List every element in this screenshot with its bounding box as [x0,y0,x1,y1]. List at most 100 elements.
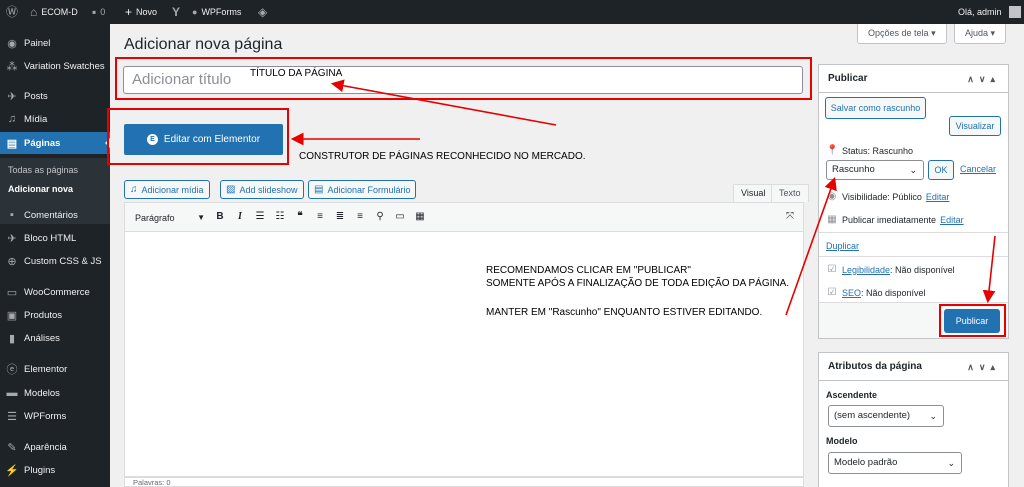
word-count: Palavras: 0 [124,477,804,487]
italic-icon[interactable]: I [233,209,247,225]
add-form-button[interactable]: ▤ Adicionar Formulário [308,180,417,199]
annotation-builder-note: CONSTRUTOR DE PÁGINAS RECONHECIDO NO MER… [299,151,586,162]
chevron-down-icon: ▾ [931,28,936,38]
sidebar-item-elementor[interactable]: ⓔ Elementor [0,358,110,380]
woo-icon: ▭ [6,286,18,299]
box-controls-icon[interactable]: ∧∨▴ [967,353,1000,381]
preview-button[interactable]: Visualizar [949,116,1001,136]
plus-circle-icon: ⊕ [7,255,17,268]
readability-row: ☑ Legibilidade: Não disponível [827,264,955,275]
elementor-icon: ⓔ [6,364,18,376]
comments-icon: ▪ [10,209,14,221]
numbered-list-icon[interactable]: ☷ [273,209,287,225]
toolbar-toggle-icon[interactable]: ▦ [413,209,427,225]
readability-link[interactable]: Legibilidade [842,265,890,275]
chevron-down-icon: ⌄ [909,165,917,175]
tab-texto[interactable]: Texto [771,184,809,202]
status-select[interactable]: Rascunho ⌄ [826,160,924,180]
sidebar-item-wpforms[interactable]: ☰ WPForms [0,405,110,427]
duplicate-link[interactable]: Duplicar [826,241,859,251]
align-right-icon[interactable]: ≡ [353,209,367,225]
annotation-draft-note: MANTER EM "Rascunho" ENQUANTO ESTIVER ED… [486,307,763,318]
brush-icon: ✎ [7,441,17,454]
sidebar-item-bloco-html[interactable]: ✈ Bloco HTML [0,227,110,249]
archive-icon: ▣ [6,309,18,322]
seo-link[interactable]: SEO [842,288,861,298]
submenu-adicionar-nova[interactable]: Adicionar nova [0,179,110,199]
sidebar-item-aparencia[interactable]: ✎ Aparência [0,436,110,458]
sidebar-item-custom-css-js[interactable]: ⊕ Custom CSS & JS [0,250,110,272]
fullscreen-icon[interactable]: ⤧ [783,209,797,225]
template-select[interactable]: Modelo padrão ⌄ [828,452,962,474]
status-ok-button[interactable]: OK [928,160,954,180]
box-controls-icon[interactable]: ∧∨▴ [967,65,1000,93]
sidebar-item-woocommerce[interactable]: ▭ WooCommerce [0,281,110,303]
status-cancel-link[interactable]: Cancelar [960,164,996,174]
wpforms-link[interactable]: ● WPForms [192,0,241,24]
edit-with-elementor-button[interactable]: E Editar com Elementor [124,124,283,155]
sidebar-item-analises[interactable]: ▮ Análises [0,327,110,349]
admin-bar: Ⓦ ⌂ ECOM-D ▪ 0 + Novo Y ● WPForms ◈ Olá, adm… [0,0,1024,24]
submenu-todas-as-paginas[interactable]: Todas as páginas [0,160,110,180]
bold-icon[interactable]: B [213,209,227,225]
attributes-box-header: Atributos da página ∧∨▴ [819,353,1008,381]
form-icon: ☰ [7,410,17,423]
plug-icon: ⚡ [5,464,19,477]
chevron-down-icon: ▾ [990,28,996,38]
page-title: Adicionar nova página [124,36,283,53]
elementor-icon: E [146,134,158,145]
comments-link[interactable]: ▪ 0 [92,0,105,24]
sidebar-item-painel[interactable]: ◉ Painel [0,32,110,54]
link-icon[interactable]: ⚲ [373,209,387,225]
media-icon: ♫ [7,113,17,125]
sidebar-item-comentarios[interactable]: ▪ Comentários [0,204,110,226]
annotation-publish-note-2: SOMENTE APÓS A FINALIZAÇÃO DE TODA EDIÇÃ… [486,278,790,289]
screen-options-button[interactable]: Opções de tela ▾ [857,24,947,44]
visibility-row: ◉ Visibilidade: Público Editar [827,191,950,202]
divider [819,256,1008,257]
yoast-icon[interactable]: Y [172,0,180,24]
sidebar-item-produtos[interactable]: ▣ Produtos [0,304,110,326]
tab-visual[interactable]: Visual [733,184,774,202]
sidebar-item-paginas[interactable]: ▤ Páginas [0,132,110,154]
wp-logo-icon[interactable]: Ⓦ [6,0,18,24]
parent-label: Ascendente [826,390,878,400]
align-left-icon[interactable]: ≡ [313,209,327,225]
duplicate-row: Duplicar [826,241,859,251]
editor-content-area[interactable] [124,232,804,477]
new-content-link[interactable]: + Novo [125,0,157,24]
title-input[interactable]: Adicionar título [123,66,803,94]
annotation-title-note: TÍTULO DA PÁGINA [250,68,343,79]
add-media-button[interactable]: ♫ Adicionar mídia [124,180,210,199]
format-select[interactable]: Parágrafo ▼ [131,210,207,226]
help-button[interactable]: Ajuda ▾ [954,24,1007,44]
sidebar-item-midia[interactable]: ♫ Mídia [0,108,110,130]
bullet-list-icon[interactable]: ☰ [253,209,267,225]
sidebar-item-variation-swatches[interactable]: ⁂ Variation Swatches [0,55,110,77]
site-name-link[interactable]: ⌂ ECOM-D [30,0,78,24]
save-draft-button[interactable]: Salvar como rascunho [825,97,926,119]
seo-row: ☑ SEO: Não disponível [827,287,926,298]
sidebar-item-plugins[interactable]: ⚡ Plugins [0,459,110,481]
add-slideshow-button[interactable]: ▨ Add slideshow [220,180,304,199]
swatches-icon: ⁂ [6,60,18,73]
sidebar-item-modelos[interactable]: ▬ Modelos [0,382,110,404]
folder-icon: ▬ [6,387,18,399]
chart-icon: ▮ [8,332,16,345]
read-more-icon[interactable]: ▭ [393,209,407,225]
pin-icon: ✈ [7,90,17,103]
plus-icon: + [125,5,133,19]
parent-select[interactable]: (sem ascendente) ⌄ [828,405,944,427]
visibility-edit-link[interactable]: Editar [926,192,950,202]
publish-time-edit-link[interactable]: Editar [940,215,964,225]
blockquote-icon[interactable]: ❝ [293,209,307,225]
annotation-publish-note-1: RECOMENDAMOS CLICAR EM "PUBLICAR" [486,265,691,276]
publish-button[interactable]: Publicar [944,309,1000,333]
form-icon: ▤ [314,184,324,195]
user-account-link[interactable]: Olá, admin [958,0,1021,24]
diamond-icon[interactable]: ◈ [258,0,267,24]
sidebar-item-posts[interactable]: ✈ Posts [0,85,110,107]
avatar [1008,6,1021,18]
divider [819,232,1008,233]
align-center-icon[interactable]: ≣ [333,209,347,225]
